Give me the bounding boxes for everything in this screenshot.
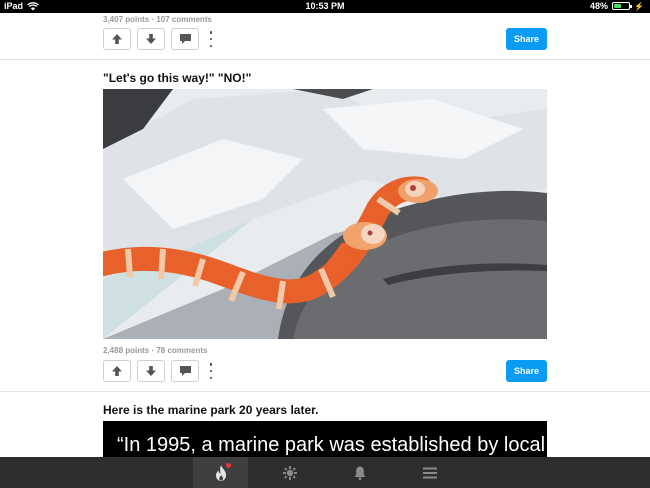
comment-bubble-icon xyxy=(179,34,191,44)
flame-icon xyxy=(215,464,226,481)
share-button[interactable]: Share xyxy=(506,360,547,382)
tab-notifications[interactable] xyxy=(332,457,387,488)
tab-explore[interactable] xyxy=(262,457,317,488)
post-divider xyxy=(0,59,650,60)
downvote-button[interactable] xyxy=(137,28,165,50)
comments-button[interactable] xyxy=(171,28,199,50)
post-divider xyxy=(0,391,650,392)
battery-level xyxy=(614,4,621,8)
down-arrow-icon xyxy=(146,34,156,44)
charging-icon: ⚡ xyxy=(634,1,644,11)
up-arrow-icon xyxy=(112,366,122,376)
post-title: "Let's go this way!" "NO!" xyxy=(103,71,252,85)
battery-percent: 48% xyxy=(590,1,609,11)
post-meta: 2,488 points · 78 comments xyxy=(103,346,208,355)
comment-bubble-icon xyxy=(179,366,191,376)
post-meta: 3,407 points · 107 comments xyxy=(103,15,212,24)
clock: 10:53 PM xyxy=(305,1,345,11)
more-options-button[interactable] xyxy=(208,31,214,47)
snake-gif-image xyxy=(103,89,547,339)
hamburger-menu-icon xyxy=(422,467,437,478)
upvote-button[interactable] xyxy=(103,28,131,50)
battery-icon xyxy=(612,2,633,10)
status-bar: iPad 10:53 PM 48% ⚡ xyxy=(0,0,650,13)
post-actions: Share xyxy=(103,28,547,51)
more-options-button[interactable] xyxy=(208,363,214,379)
image-text: “In 1995, a marine park was established … xyxy=(117,434,546,456)
share-button[interactable]: Share xyxy=(506,28,547,50)
comments-button[interactable] xyxy=(171,360,199,382)
tab-menu[interactable] xyxy=(402,457,457,488)
bottom-tab-bar xyxy=(0,457,650,488)
downvote-button[interactable] xyxy=(137,360,165,382)
post-title: Here is the marine park 20 years later. xyxy=(103,403,319,417)
post-actions: Share xyxy=(103,360,547,383)
compass-icon xyxy=(282,465,297,480)
tab-hot[interactable] xyxy=(193,457,248,488)
post-image[interactable] xyxy=(103,89,547,339)
bell-icon xyxy=(354,466,365,480)
up-arrow-icon xyxy=(112,34,122,44)
upvote-button[interactable] xyxy=(103,360,131,382)
notification-dot xyxy=(226,463,231,468)
post-image[interactable]: “In 1995, a marine park was established … xyxy=(103,421,547,457)
down-arrow-icon xyxy=(146,366,156,376)
